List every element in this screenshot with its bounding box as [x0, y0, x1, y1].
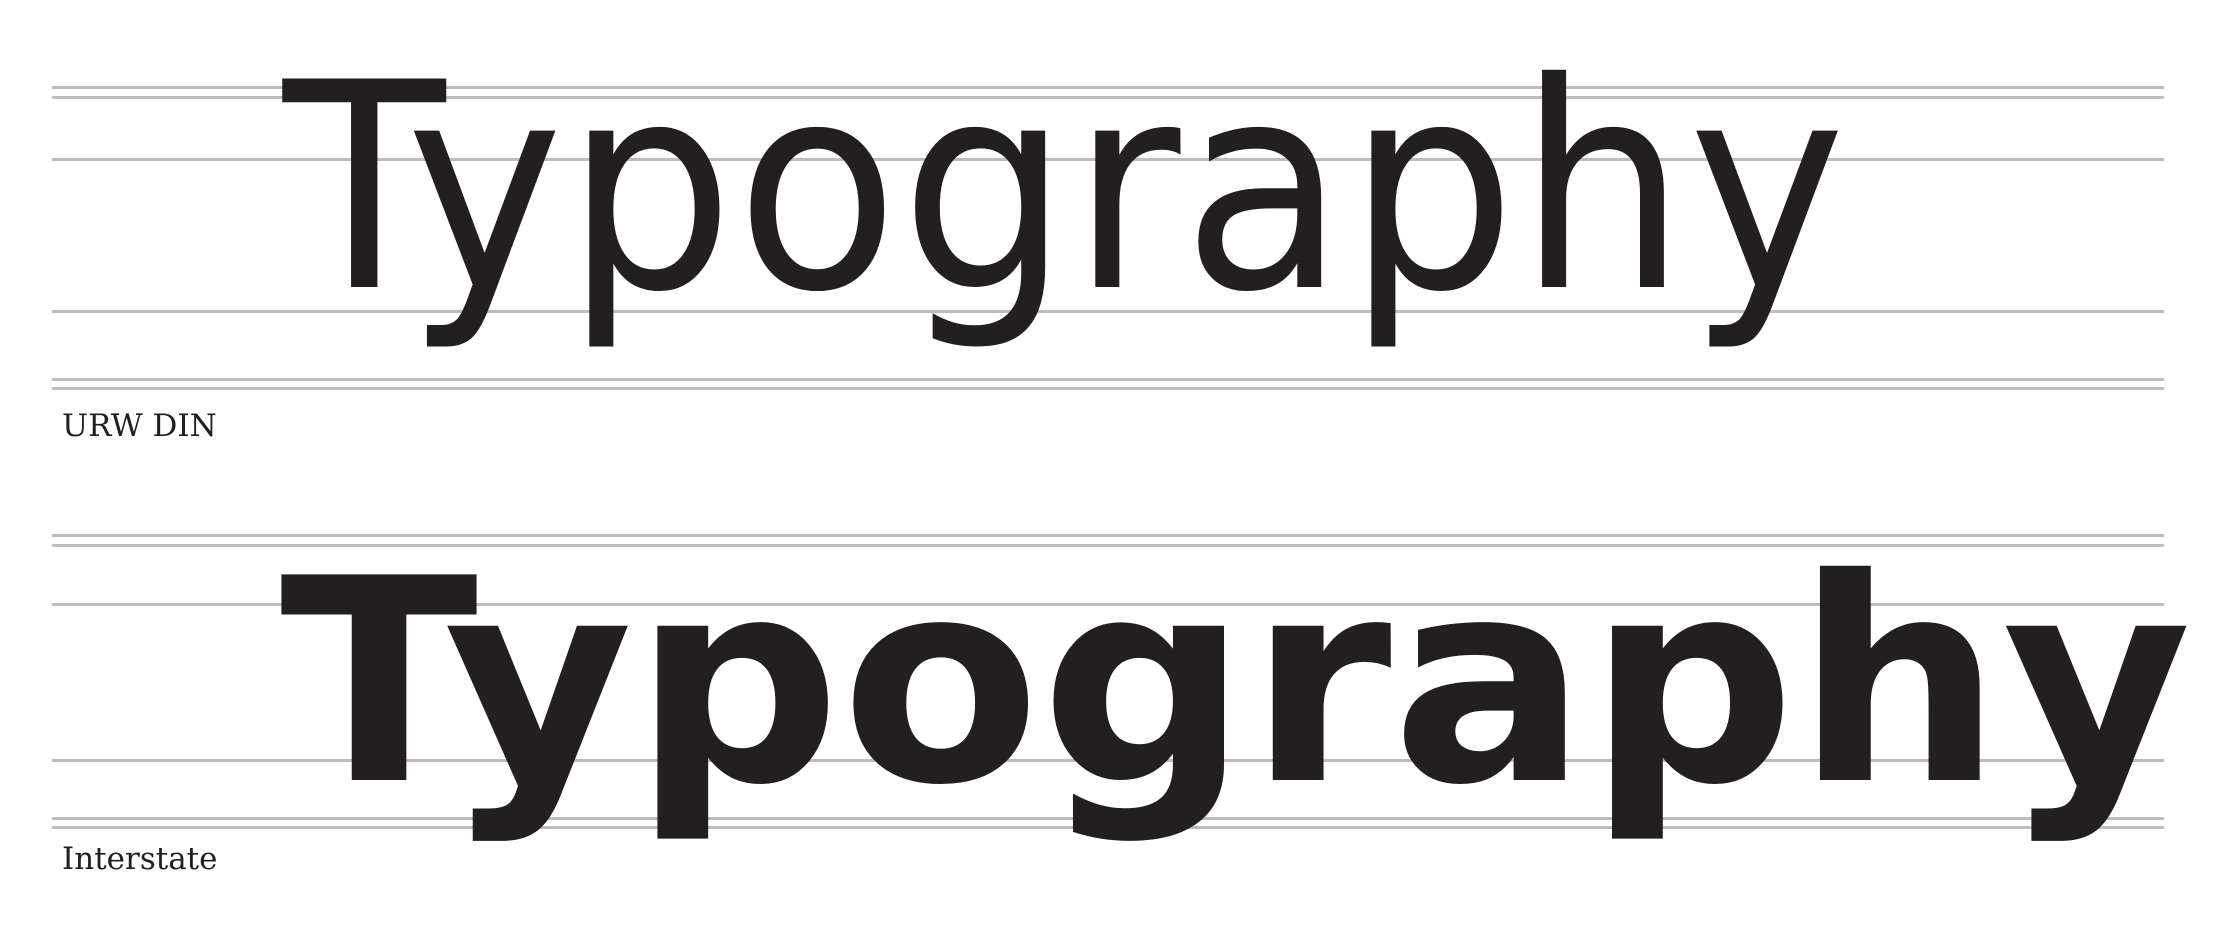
font-name-caption: URW DIN	[62, 408, 217, 444]
specimen-word: Typography	[280, 518, 2192, 847]
font-name-caption: Interstate	[62, 841, 218, 877]
guideline-descender	[52, 378, 2164, 381]
specimen-word: Typography	[283, 23, 1848, 355]
specimen-interstate: Typography Interstate	[0, 460, 2216, 938]
specimen-urw-din: Typography URW DIN	[0, 0, 2216, 460]
guideline-bottom-outer	[52, 387, 2164, 390]
